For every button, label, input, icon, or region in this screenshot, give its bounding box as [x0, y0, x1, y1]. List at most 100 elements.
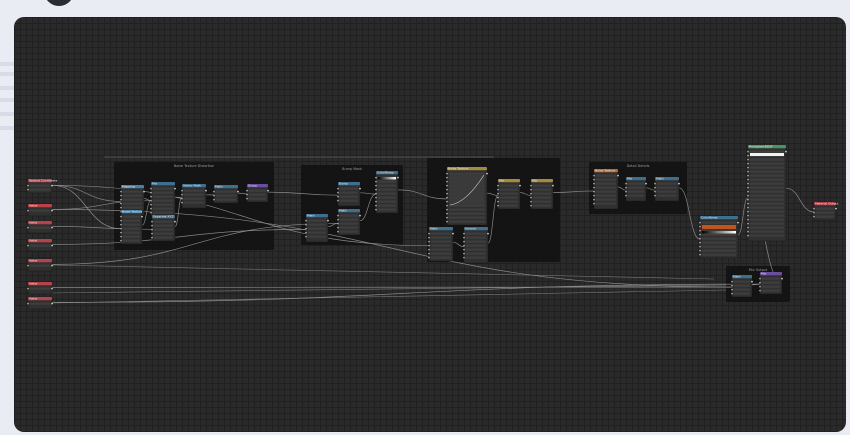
input-socket[interactable] [497, 196, 499, 199]
input-socket[interactable] [446, 188, 448, 191]
node-field[interactable] [123, 239, 140, 242]
node-field[interactable] [340, 187, 358, 190]
input-socket[interactable] [375, 196, 377, 199]
node-field[interactable] [702, 221, 736, 224]
node-field[interactable] [596, 190, 616, 193]
input-socket[interactable] [593, 198, 595, 201]
node-field[interactable] [750, 150, 784, 153]
node-field[interactable] [657, 194, 677, 197]
input-socket[interactable] [375, 188, 377, 191]
node-field[interactable] [123, 223, 140, 226]
input-socket[interactable] [463, 240, 465, 243]
input-socket[interactable] [150, 203, 152, 206]
node-field[interactable] [750, 222, 784, 225]
input-socket[interactable] [654, 182, 656, 185]
input-socket[interactable] [593, 174, 595, 177]
node-field[interactable] [628, 182, 644, 185]
output-socket[interactable] [678, 182, 680, 185]
color-ramp-preview[interactable] [378, 177, 396, 180]
input-socket[interactable] [337, 195, 339, 198]
input-socket[interactable] [463, 236, 465, 239]
input-socket[interactable] [654, 194, 656, 197]
node-in3[interactable]: Value [27, 221, 53, 234]
output-socket[interactable] [141, 215, 143, 218]
node-field[interactable] [123, 206, 142, 209]
node-field[interactable] [500, 188, 518, 191]
input-socket[interactable] [305, 231, 307, 234]
input-socket[interactable] [120, 235, 122, 238]
node-field[interactable] [123, 194, 142, 197]
input-socket[interactable] [731, 284, 733, 287]
node-field[interactable] [466, 248, 486, 251]
input-socket[interactable] [747, 178, 749, 181]
node-field[interactable] [702, 249, 736, 252]
input-socket[interactable] [375, 204, 377, 207]
node-n5[interactable]: Math [213, 185, 239, 204]
node-field[interactable] [449, 172, 485, 175]
node-field[interactable] [153, 187, 173, 190]
node-field[interactable] [750, 158, 784, 161]
input-socket[interactable] [747, 218, 749, 221]
output-socket[interactable] [51, 244, 53, 247]
node-field[interactable] [449, 220, 485, 223]
node-field[interactable] [30, 287, 50, 290]
node-field[interactable] [533, 204, 551, 207]
input-socket[interactable] [747, 194, 749, 197]
input-socket[interactable] [446, 220, 448, 223]
input-socket[interactable] [625, 190, 627, 193]
node-field[interactable] [596, 198, 616, 201]
input-socket[interactable] [446, 216, 448, 219]
input-socket[interactable] [463, 232, 465, 235]
output-socket[interactable] [51, 287, 53, 290]
input-socket[interactable] [497, 204, 499, 207]
input-socket[interactable] [497, 188, 499, 191]
node-n7[interactable]: Separate XYZ [151, 215, 176, 242]
input-socket[interactable] [446, 200, 448, 203]
node-field[interactable] [308, 223, 326, 226]
input-socket[interactable] [181, 201, 183, 204]
input-socket[interactable] [747, 166, 749, 169]
node-field[interactable] [378, 192, 396, 195]
node-field[interactable] [30, 244, 50, 247]
node-field[interactable] [596, 186, 616, 189]
input-socket[interactable] [699, 229, 701, 232]
node-n10[interactable]: Bump [337, 182, 361, 207]
output-socket[interactable] [486, 172, 488, 175]
node-field[interactable] [431, 232, 451, 235]
input-socket[interactable] [337, 191, 339, 194]
input-socket[interactable] [428, 236, 430, 239]
node-field[interactable] [533, 188, 551, 191]
output-socket[interactable] [51, 302, 53, 305]
input-socket[interactable] [699, 237, 701, 240]
node-field[interactable] [628, 190, 644, 193]
output-socket[interactable] [267, 189, 269, 192]
node-field[interactable] [153, 207, 173, 210]
node-field[interactable] [500, 192, 518, 195]
input-socket[interactable] [747, 210, 749, 213]
node-field[interactable] [30, 184, 50, 187]
node-field[interactable] [216, 194, 236, 197]
output-socket[interactable] [781, 277, 783, 280]
output-socket[interactable] [397, 176, 399, 179]
input-socket[interactable] [337, 214, 339, 217]
input-socket[interactable] [747, 234, 749, 237]
node-field[interactable] [184, 193, 204, 196]
input-socket[interactable] [463, 244, 465, 247]
input-socket[interactable] [747, 230, 749, 233]
node-field[interactable] [431, 252, 451, 255]
input-socket[interactable] [446, 180, 448, 183]
node-field[interactable] [702, 237, 736, 240]
node-field[interactable] [449, 212, 485, 215]
node-in2[interactable]: Value [27, 204, 53, 217]
input-socket[interactable] [305, 227, 307, 230]
node-n20[interactable]: ColorRamp [699, 216, 739, 259]
node-field[interactable] [500, 204, 518, 207]
node-field[interactable] [816, 207, 834, 210]
input-socket[interactable] [747, 214, 749, 217]
input-socket[interactable] [120, 202, 122, 205]
input-socket[interactable] [150, 199, 152, 202]
input-socket[interactable] [747, 162, 749, 165]
node-field[interactable] [500, 196, 518, 199]
input-socket[interactable] [150, 195, 152, 198]
node-n2[interactable]: Noise Texture [120, 210, 143, 245]
